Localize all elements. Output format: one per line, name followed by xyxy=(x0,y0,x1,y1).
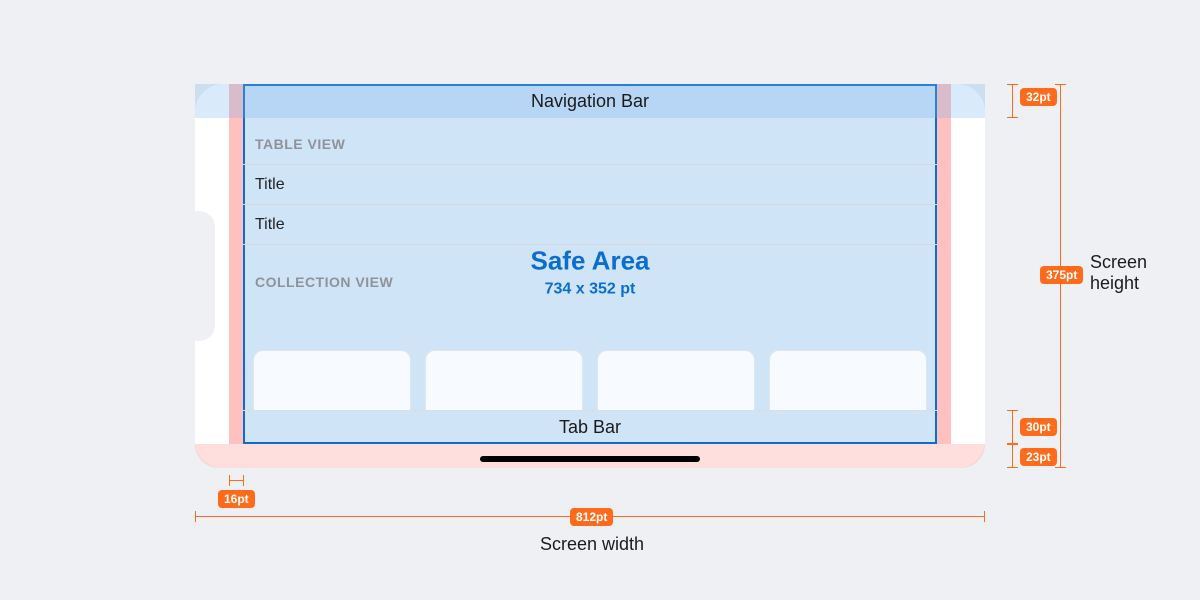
collection-card xyxy=(253,350,411,410)
dim-cap xyxy=(1007,467,1018,468)
device-layout-diagram: Navigation Bar TABLE VIEW Title Title CO… xyxy=(195,84,985,468)
dim-side-margin: 16pt xyxy=(218,490,255,508)
dim-screen-height: 375pt xyxy=(1040,266,1083,284)
collection-card xyxy=(597,350,755,410)
table-view-header: TABLE VIEW xyxy=(243,118,937,162)
dim-cap xyxy=(1007,117,1018,118)
separator xyxy=(243,244,937,245)
dim-home-height: 23pt xyxy=(1020,448,1057,466)
left-margin-overlay xyxy=(229,84,243,444)
separator xyxy=(243,204,937,205)
dim-cap xyxy=(1007,444,1018,445)
dim-screen-width: 812pt xyxy=(570,508,613,526)
navigation-bar-label: Navigation Bar xyxy=(531,91,649,112)
separator xyxy=(243,164,937,165)
dim-cap xyxy=(1007,410,1018,411)
dim-cap xyxy=(243,475,244,486)
tab-bar-label: Tab Bar xyxy=(559,417,621,438)
home-indicator xyxy=(480,456,700,462)
collection-card xyxy=(769,350,927,410)
tab-bar: Tab Bar xyxy=(243,410,937,444)
device-notch xyxy=(191,211,215,341)
dim-cap xyxy=(984,511,985,522)
dim-line-tabbar xyxy=(1012,410,1013,444)
dim-tabbar-height: 30pt xyxy=(1020,418,1057,436)
navigation-bar: Navigation Bar xyxy=(195,84,985,118)
dim-line-navbar xyxy=(1012,84,1013,118)
collection-cards xyxy=(253,350,927,410)
axis-label-screen-width: Screen width xyxy=(540,534,644,555)
collection-view-header: COLLECTION VIEW xyxy=(243,256,405,300)
dim-cap xyxy=(229,475,230,486)
content-area: TABLE VIEW Title Title COLLECTION VIEW xyxy=(243,118,937,410)
collection-card xyxy=(425,350,583,410)
table-row-title: Title xyxy=(243,166,297,204)
right-margin-overlay xyxy=(937,84,951,444)
table-row-title: Title xyxy=(243,206,297,244)
dim-navbar-height: 32pt xyxy=(1020,88,1057,106)
axis-label-screen-height: Screen height xyxy=(1090,252,1200,294)
dim-line-home xyxy=(1012,444,1013,468)
dim-cap xyxy=(195,511,196,522)
dim-cap xyxy=(1055,467,1066,468)
dim-cap xyxy=(1055,84,1066,85)
dim-cap xyxy=(1007,84,1018,85)
dim-line-margin xyxy=(229,480,243,481)
